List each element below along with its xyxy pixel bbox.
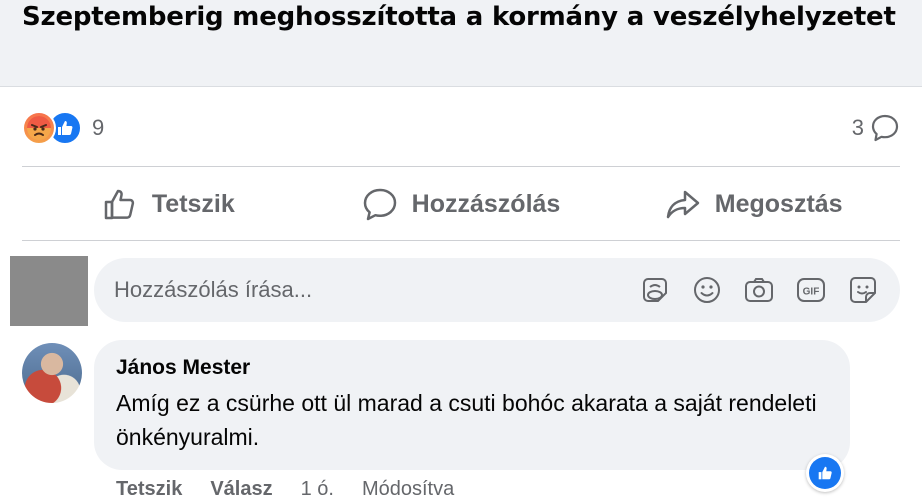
comment-text: Amíg ez a csürhe ott ül marad a csuti bo… [116,390,817,450]
composer-tools: GIF [638,273,880,307]
emoji-icon[interactable] [690,273,724,307]
like-button[interactable]: Tetszik [22,168,315,240]
divider [22,240,900,241]
post-title[interactable]: Szeptemberig meghosszította a kormány a … [22,0,900,35]
reactions-summary[interactable]: 9 [22,108,104,148]
comment-input-placeholder: Hozzászólás írása... [114,277,313,302]
avatar-sticker-icon[interactable] [638,273,672,307]
comment-count-value: 3 [851,115,864,140]
current-user-avatar[interactable] [10,256,88,326]
comment-timestamp[interactable]: 1 ó. [301,478,334,501]
comment-reaction-like-icon[interactable] [806,454,844,492]
comment-like-button[interactable]: Tetszik [116,478,182,501]
divider [22,166,900,167]
comment-edited-label[interactable]: Módosítva [362,478,454,501]
comment: János Mester Amíg ez a csürhe ott ül mar… [22,340,900,503]
share-button-label: Megosztás [714,189,843,218]
comment-reply-button[interactable]: Válasz [210,478,272,501]
sticker-icon[interactable] [846,273,880,307]
post-actions: Tetszik Hozzászólás Megosztás [22,168,900,240]
comment-composer: Hozzászólás írása... GIF [10,256,900,326]
comment-button[interactable]: Hozzászólás [315,168,608,240]
reaction-count: 9 [92,115,105,140]
share-icon [666,190,700,219]
comment-button-label: Hozzászólás [411,189,561,218]
comment-input[interactable]: Hozzászólás írása... GIF [94,258,900,322]
post-title-bar: Szeptemberig meghosszította a kormány a … [0,0,922,87]
share-button[interactable]: Megosztás [607,168,900,240]
comment-icon [363,188,396,221]
commenter-avatar[interactable] [22,343,82,403]
svg-text:GIF: GIF [803,287,820,298]
post-stats: 9 3 [22,108,900,148]
comment-bubble-icon [871,114,899,142]
camera-icon[interactable] [742,273,776,307]
angry-icon [22,111,56,145]
like-button-label: Tetszik [151,189,235,218]
comment-actions: Tetszik Válasz 1 ó. Módosítva [116,478,454,501]
comment-author[interactable]: János Mester [116,354,828,382]
comment-count[interactable]: 3 [852,108,900,148]
gif-icon[interactable]: GIF [794,273,828,307]
comment-bubble: János Mester Amíg ez a csürhe ott ül mar… [94,340,850,470]
thumbs-up-icon [104,189,134,220]
